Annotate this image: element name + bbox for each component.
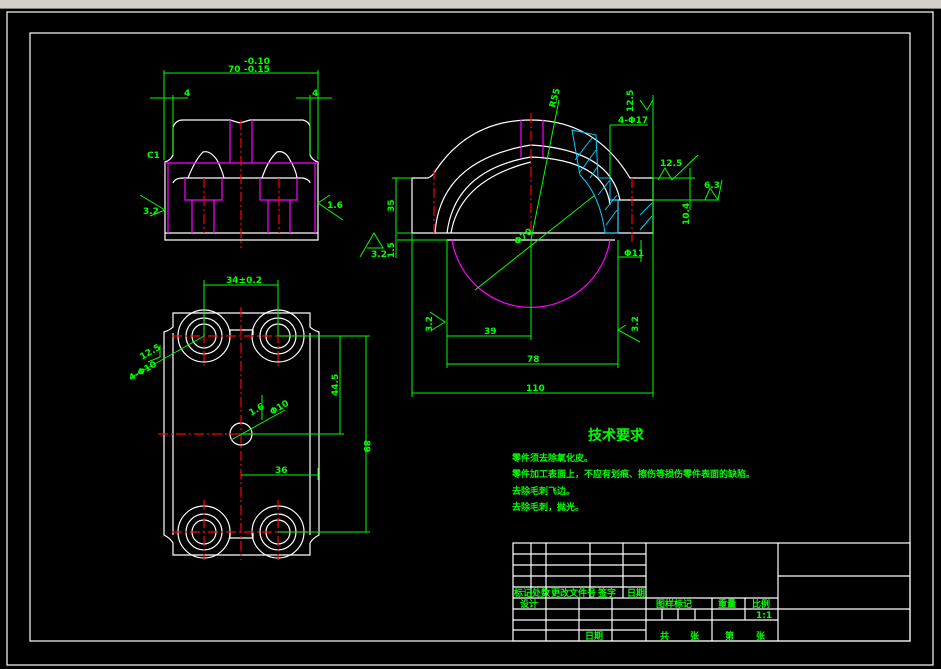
roughness-top: 12.5 bbox=[626, 90, 636, 112]
dim-left-step: 4 bbox=[184, 89, 190, 99]
roughness-face2: 6.3 bbox=[704, 181, 720, 191]
dim-width: 70 bbox=[228, 65, 241, 75]
dim-overall-width: 110 bbox=[526, 384, 545, 394]
tb-total: 共 bbox=[660, 630, 669, 642]
front-view: R55 12.5 4-Φ17 12.5 6.3 10.4 35 3.2 1.5 … bbox=[360, 87, 722, 397]
tb-sign: 签字 bbox=[597, 587, 616, 599]
roughness-bore-left: 3.2 bbox=[425, 316, 435, 332]
roughness-left: 3.2 bbox=[143, 207, 159, 217]
roughness-hole: 12.5 bbox=[139, 343, 163, 363]
tb-design: 设计 bbox=[520, 598, 538, 610]
tb-page: 第 bbox=[725, 630, 734, 642]
roughness-right: 1.6 bbox=[327, 201, 343, 211]
roughness-center: 1.6 bbox=[248, 402, 267, 419]
outer-frame bbox=[7, 12, 933, 665]
tech-req-item: 零件加工表面上，不应有划痕、擦伤等损伤零件表面的缺陷。 bbox=[511, 468, 755, 480]
dim-tol-lower: -0.15 bbox=[244, 65, 270, 75]
dim-half-width: 39 bbox=[484, 327, 497, 337]
tech-req-item: 去除毛刺飞边。 bbox=[512, 485, 575, 497]
tb-drawing-mark: 图样标记 bbox=[656, 598, 692, 610]
title-block: 标记 处数 更改文件号 签字 日期 设计 日期 图样标记 重量 比例 1:1 共… bbox=[513, 543, 910, 642]
roughness-bore-right: 3.2 bbox=[631, 316, 641, 332]
tb-scale-label: 比例 bbox=[752, 598, 770, 610]
dim-depth: 10.4 bbox=[682, 203, 692, 225]
tb-mark: 标记 bbox=[513, 587, 532, 599]
dim-hole-dia: Φ11 bbox=[624, 249, 644, 259]
dim-right-step: 4 bbox=[312, 89, 318, 99]
dim-offset-36: 36 bbox=[275, 466, 288, 476]
plan-view: 34±0.2 12.5 4-Φ10 1.6 Φ10 44.5 89 36 bbox=[128, 276, 372, 560]
dim-inner-width: 78 bbox=[527, 355, 540, 365]
roughness-base: 3.2 bbox=[371, 250, 387, 260]
tech-req-item: 去除毛刺，抛光。 bbox=[512, 501, 584, 513]
dim-chamfer: C1 bbox=[147, 151, 160, 161]
cad-drawing: 70 -0.10 -0.15 4 4 C1 3.2 1.6 bbox=[0, 0, 941, 669]
dim-offset: 1.5 bbox=[387, 242, 397, 258]
technical-requirements: 技术要求 零件须去除氧化皮。 零件加工表面上，不应有划痕、擦伤等损伤零件表面的缺… bbox=[511, 427, 755, 513]
dim-length: 89 bbox=[361, 440, 371, 453]
tb-change-doc: 更改文件号 bbox=[551, 587, 596, 599]
dim-half-length: 44.5 bbox=[331, 374, 341, 396]
tech-req-title: 技术要求 bbox=[588, 427, 645, 444]
dim-holes: 4-Φ17 bbox=[618, 116, 648, 126]
dim-mount-holes: 4-Φ10 bbox=[128, 360, 159, 384]
tech-req-item: 零件须去除氧化皮。 bbox=[511, 452, 593, 464]
dim-hole-spacing: 34±0.2 bbox=[226, 276, 262, 286]
dim-radius: R55 bbox=[548, 87, 563, 108]
tb-date: 日期 bbox=[627, 587, 645, 599]
tb-weight: 重量 bbox=[718, 598, 736, 610]
tb-sheets2: 张 bbox=[756, 630, 766, 642]
tb-scale: 1:1 bbox=[756, 611, 772, 621]
roughness-face: 12.5 bbox=[660, 159, 682, 169]
dim-height: 35 bbox=[387, 199, 397, 212]
side-view: 70 -0.10 -0.15 4 4 C1 3.2 1.6 bbox=[140, 57, 343, 248]
tb-sheets: 张 bbox=[690, 630, 700, 642]
tb-date2: 日期 bbox=[585, 630, 603, 642]
dim-center-hole: Φ10 bbox=[269, 399, 291, 418]
tb-count: 处数 bbox=[531, 587, 551, 599]
